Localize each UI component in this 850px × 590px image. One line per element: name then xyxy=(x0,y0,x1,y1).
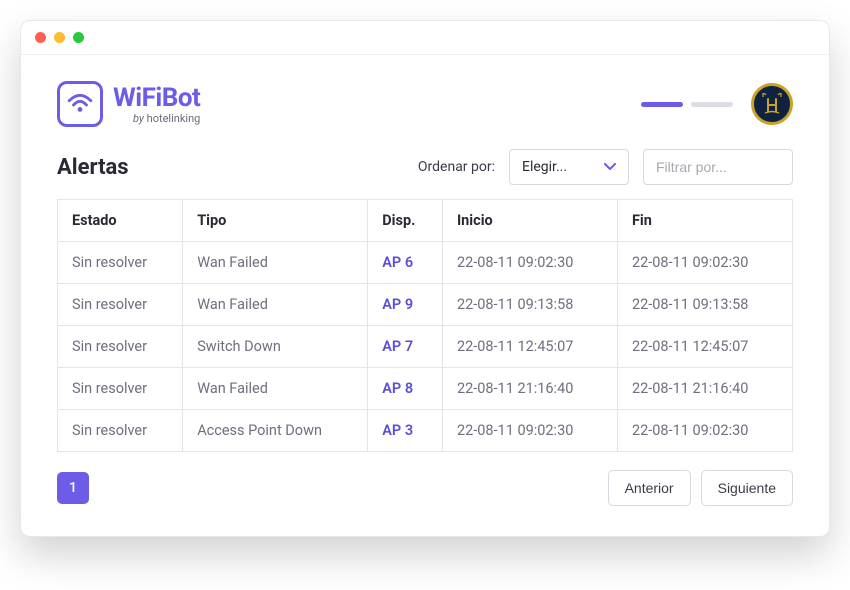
table-row: Sin resolver Switch Down AP 7 22-08-11 1… xyxy=(58,326,793,368)
window-titlebar xyxy=(21,21,829,55)
table-header-row: Estado Tipo Disp. Inicio Fin xyxy=(58,200,793,242)
pager: Anterior Siguiente xyxy=(608,470,793,506)
sort-label: Ordenar por: xyxy=(418,159,495,175)
page-title: Alertas xyxy=(57,155,129,180)
brand: WiFiBot by hotelinking xyxy=(57,81,200,127)
sort-select-value: Elegir... xyxy=(522,159,567,175)
avatar[interactable] xyxy=(751,83,793,125)
app-window: WiFiBot by hotelinking xyxy=(20,20,830,537)
cell-disp[interactable]: AP 8 xyxy=(368,368,443,410)
cell-inicio: 22-08-11 09:13:58 xyxy=(442,284,617,326)
cell-estado: Sin resolver xyxy=(58,326,183,368)
cell-estado: Sin resolver xyxy=(58,410,183,452)
controls-right: Ordenar por: Elegir... xyxy=(418,149,793,185)
cell-tipo: Switch Down xyxy=(183,326,368,368)
window-maximize-icon[interactable] xyxy=(73,32,84,43)
cell-inicio: 22-08-11 12:45:07 xyxy=(442,326,617,368)
controls-row: Alertas Ordenar por: Elegir... xyxy=(57,149,793,185)
cell-fin: 22-08-11 09:02:30 xyxy=(617,242,792,284)
cell-estado: Sin resolver xyxy=(58,368,183,410)
table-row: Sin resolver Wan Failed AP 8 22-08-11 21… xyxy=(58,368,793,410)
cell-tipo: Wan Failed xyxy=(183,368,368,410)
table-row: Sin resolver Wan Failed AP 9 22-08-11 09… xyxy=(58,284,793,326)
brand-subtitle: by hotelinking xyxy=(113,113,200,124)
cell-inicio: 22-08-11 09:02:30 xyxy=(442,410,617,452)
brand-title: WiFiBot xyxy=(113,85,200,111)
table-row: Sin resolver Access Point Down AP 3 22-0… xyxy=(58,410,793,452)
col-tipo: Tipo xyxy=(183,200,368,242)
wifi-icon xyxy=(57,81,103,127)
brand-text: WiFiBot by hotelinking xyxy=(113,85,200,124)
table-row: Sin resolver Wan Failed AP 6 22-08-11 09… xyxy=(58,242,793,284)
table-body: Sin resolver Wan Failed AP 6 22-08-11 09… xyxy=(58,242,793,452)
sort-select[interactable]: Elegir... xyxy=(509,149,629,185)
prev-button[interactable]: Anterior xyxy=(608,470,691,506)
col-inicio: Inicio xyxy=(442,200,617,242)
cell-tipo: Wan Failed xyxy=(183,284,368,326)
cell-disp[interactable]: AP 3 xyxy=(368,410,443,452)
cell-fin: 22-08-11 09:13:58 xyxy=(617,284,792,326)
cell-disp[interactable]: AP 9 xyxy=(368,284,443,326)
alerts-table: Estado Tipo Disp. Inicio Fin Sin resolve… xyxy=(57,199,793,452)
progress-step-1 xyxy=(641,102,683,107)
progress-step-2 xyxy=(691,102,733,107)
cell-fin: 22-08-11 12:45:07 xyxy=(617,326,792,368)
col-fin: Fin xyxy=(617,200,792,242)
cell-tipo: Wan Failed xyxy=(183,242,368,284)
next-button[interactable]: Siguiente xyxy=(701,470,793,506)
footer-row: 1 Anterior Siguiente xyxy=(57,470,793,506)
col-disp: Disp. xyxy=(368,200,443,242)
content-area: WiFiBot by hotelinking xyxy=(21,55,829,536)
page-number-badge[interactable]: 1 xyxy=(57,472,89,504)
filter-input[interactable] xyxy=(643,149,793,185)
header-right xyxy=(641,83,793,125)
col-estado: Estado xyxy=(58,200,183,242)
cell-fin: 22-08-11 09:02:30 xyxy=(617,410,792,452)
window-minimize-icon[interactable] xyxy=(54,32,65,43)
cell-disp[interactable]: AP 6 xyxy=(368,242,443,284)
cell-estado: Sin resolver xyxy=(58,284,183,326)
chevron-down-icon xyxy=(604,159,616,175)
cell-inicio: 22-08-11 21:16:40 xyxy=(442,368,617,410)
window-close-icon[interactable] xyxy=(35,32,46,43)
cell-inicio: 22-08-11 09:02:30 xyxy=(442,242,617,284)
progress-indicator xyxy=(641,102,733,107)
cell-tipo: Access Point Down xyxy=(183,410,368,452)
header-row: WiFiBot by hotelinking xyxy=(57,81,793,127)
cell-disp[interactable]: AP 7 xyxy=(368,326,443,368)
hotel-badge-icon xyxy=(759,91,785,117)
cell-estado: Sin resolver xyxy=(58,242,183,284)
cell-fin: 22-08-11 21:16:40 xyxy=(617,368,792,410)
